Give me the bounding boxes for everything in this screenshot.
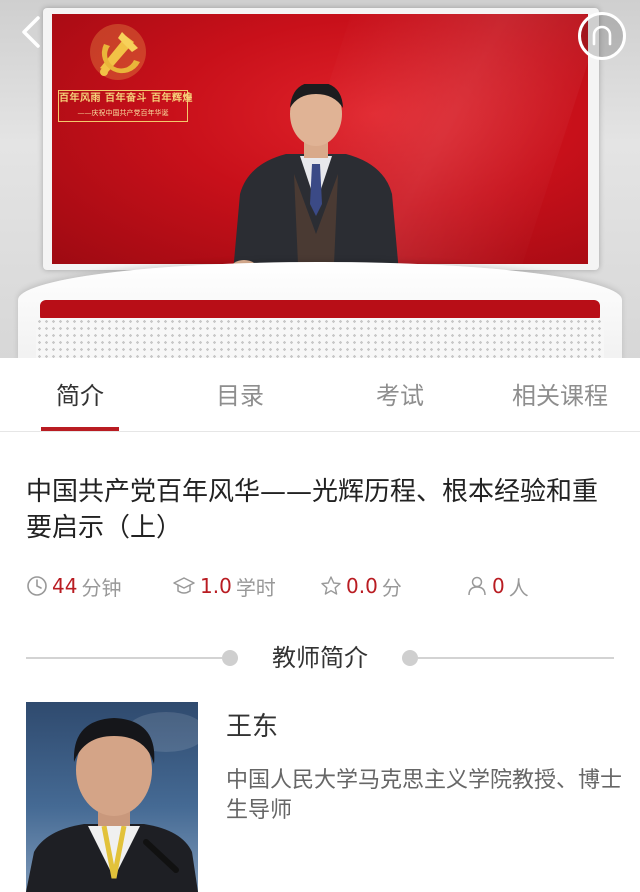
duration-stat: 44 分钟 — [26, 570, 121, 602]
divider-dot-right — [402, 650, 418, 666]
tab-intro[interactable]: 简介 — [0, 358, 160, 431]
desk-front-panel — [36, 318, 604, 358]
teacher-description: 中国人民大学马克思主义学院教授、博士生导师 — [226, 768, 623, 823]
credit-hours-stat: 1.0 学时 — [172, 570, 276, 602]
rating-stat: 0.0 分 — [320, 570, 402, 602]
banner-subtitle: ——庆祝中国共产党百年华诞 — [77, 109, 169, 117]
star-icon — [321, 576, 341, 595]
teacher-section-header: 教师简介 — [26, 640, 614, 676]
person-icon — [468, 576, 486, 596]
tab-exam[interactable]: 考试 — [320, 358, 480, 431]
course-title: 中国共产党百年风华——光辉历程、根本经验和重要启示（上） — [26, 477, 599, 543]
learners-unit: 人 — [508, 575, 529, 600]
duration-unit: 分钟 — [81, 575, 122, 600]
teacher-name: 王东 — [226, 712, 279, 742]
video-player[interactable]: 百年风雨 百年奋斗 百年辉煌 ——庆祝中国共产党百年华诞 — [0, 0, 640, 358]
course-stats: 44 分钟 1.0 学时 0.0 分 0 人 — [26, 570, 626, 602]
celebration-banner: 百年风雨 百年奋斗 百年辉煌 ——庆祝中国共产党百年华诞 — [58, 90, 193, 122]
headset-icon[interactable] — [578, 12, 626, 60]
duration-value: 44 — [52, 574, 78, 598]
credit-hours-unit: 学时 — [235, 575, 276, 600]
clock-icon — [27, 576, 47, 596]
credit-hours-value: 1.0 — [200, 574, 232, 598]
teacher-photo — [26, 702, 198, 892]
party-emblem-icon — [90, 24, 146, 80]
graduation-cap-icon — [173, 577, 195, 594]
tab-catalog[interactable]: 目录 — [160, 358, 320, 431]
course-tabs: 简介 目录 考试 相关课程 — [0, 358, 640, 432]
divider-right — [418, 657, 614, 659]
learners-value: 0 — [492, 574, 505, 598]
presenter-figure — [230, 84, 400, 284]
tab-related-courses[interactable]: 相关课程 — [480, 358, 640, 431]
learners-stat: 0 人 — [466, 570, 529, 602]
rating-unit: 分 — [381, 575, 402, 600]
rating-value: 0.0 — [346, 574, 378, 598]
chevron-left-icon[interactable] — [18, 14, 44, 50]
banner-title: 百年风雨 百年奋斗 百年辉煌 — [59, 93, 193, 104]
